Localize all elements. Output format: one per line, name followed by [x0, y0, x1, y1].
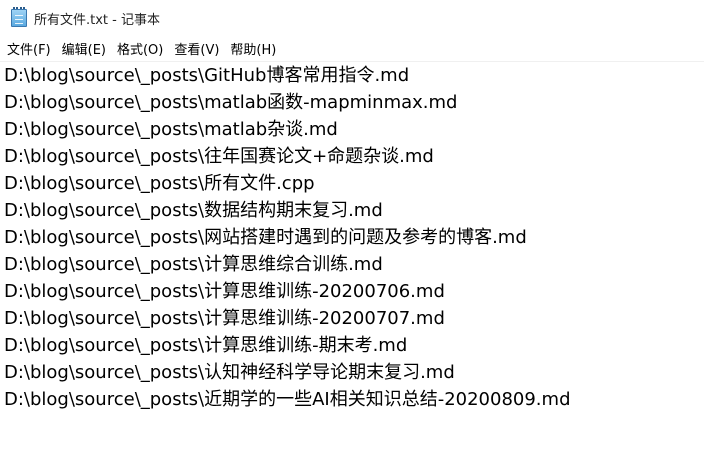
- text-line: D:\blog\source\_posts\往年国赛论文+命题杂谈.md: [4, 146, 434, 167]
- text-line: D:\blog\source\_posts\matlab杂谈.md: [4, 119, 338, 140]
- text-line: D:\blog\source\_posts\计算思维综合训练.md: [4, 254, 383, 275]
- menu-format[interactable]: 格式(O): [113, 36, 167, 61]
- text-line: D:\blog\source\_posts\认知神经科学导论期末复习.md: [4, 362, 455, 383]
- notepad-icon: [11, 7, 27, 27]
- text-line: D:\blog\source\_posts\网站搭建时遇到的问题及参考的博客.m…: [4, 227, 527, 248]
- text-line: D:\blog\source\_posts\GitHub博客常用指令.md: [4, 65, 410, 86]
- menu-help[interactable]: 帮助(H): [226, 36, 280, 61]
- text-line: D:\blog\source\_posts\计算思维训练-20200707.md: [4, 308, 445, 329]
- text-line: D:\blog\source\_posts\近期学的一些AI相关知识总结-202…: [4, 389, 571, 410]
- text-line: D:\blog\source\_posts\数据结构期末复习.md: [4, 200, 383, 221]
- text-line: D:\blog\source\_posts\计算思维训练-期末考.md: [4, 335, 408, 356]
- menu-edit[interactable]: 编辑(E): [58, 36, 110, 61]
- menu-bar: 文件(F) 编辑(E) 格式(O) 查看(V) 帮助(H): [0, 36, 704, 62]
- text-line: D:\blog\source\_posts\matlab函数-mapminmax…: [4, 92, 458, 113]
- title-bar[interactable]: 所有文件.txt - 记事本: [0, 0, 704, 36]
- window-title: 所有文件.txt - 记事本: [34, 12, 160, 28]
- text-line: D:\blog\source\_posts\所有文件.cpp: [4, 173, 315, 194]
- text-line: D:\blog\source\_posts\计算思维训练-20200706.md: [4, 281, 445, 302]
- menu-view[interactable]: 查看(V): [170, 36, 223, 61]
- text-editor-area[interactable]: D:\blog\source\_posts\GitHub博客常用指令.md D:…: [0, 62, 704, 475]
- menu-file[interactable]: 文件(F): [3, 36, 55, 61]
